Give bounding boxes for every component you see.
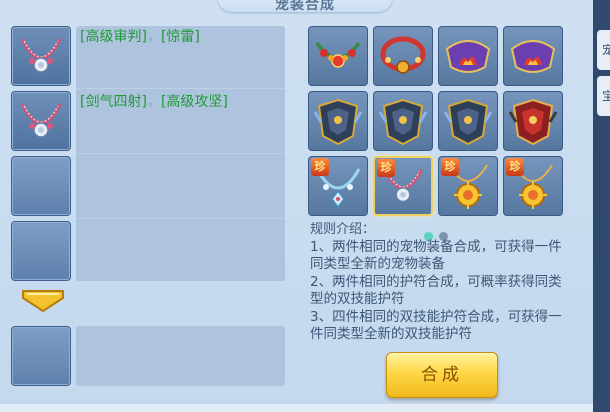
skill-name: [高级攻坚] (160, 94, 228, 110)
bag-item-12[interactable]: 珍 (503, 156, 563, 216)
pet-equip-slot-4[interactable] (11, 221, 71, 281)
bag-item-2[interactable] (373, 26, 433, 86)
result-slot[interactable] (11, 326, 71, 386)
side-tab-a-label: 宠 (602, 43, 610, 57)
pet-equip-slot-1[interactable] (11, 26, 71, 86)
skill-name: [剑气四射] (80, 94, 147, 110)
red-dragon-armor-icon (508, 98, 558, 146)
rare-badge: 珍 (311, 158, 329, 176)
dragon-armor-icon (443, 98, 493, 146)
combine-window: 宠装合成 [高级审判]，[惊雷] [剑气四射]，[高级攻坚] 珍 珍 珍 珍 规… (0, 0, 610, 412)
bag-item-3[interactable] (438, 26, 498, 86)
bag-item-7[interactable] (438, 91, 498, 151)
slot-2-skills: [剑气四射]，[高级攻坚] (80, 93, 228, 111)
slot-1-skills: [高级审判]，[惊雷] (80, 28, 200, 46)
flame-crown-collar-icon (510, 40, 556, 73)
dragon-armor-icon (313, 98, 363, 146)
divider (76, 88, 285, 89)
rule-line-3: 3、四件相同的双技能护符合成，可获得一件同类型全新的双技能护符 (310, 309, 562, 342)
bag-item-6[interactable] (373, 91, 433, 151)
skill-name: [惊雷] (160, 29, 200, 45)
title-tab: 宠装合成 (218, 0, 392, 12)
pet-equip-slot-2[interactable] (11, 91, 71, 151)
side-tab-b[interactable]: 宝 (597, 76, 610, 116)
rare-badge: 珍 (506, 158, 524, 176)
flame-crown-collar-icon (445, 40, 491, 73)
rules-title: 规则介绍： (310, 222, 376, 237)
bag-item-10[interactable]: 珍 (373, 156, 433, 216)
side-tab-a[interactable]: 宠 (597, 30, 610, 70)
separator: ， (146, 94, 161, 110)
divider (76, 218, 285, 219)
bottom-border (0, 404, 593, 412)
pink-necklace-icon (20, 103, 62, 138)
side-tab-b-label: 宝 (602, 89, 610, 103)
side-panel: 宠 宝 (593, 0, 610, 412)
rule-line-1: 1、两件相同的宠物装备合成，可获得一件同类型全新的宠物装备 (310, 239, 562, 272)
separator: ， (146, 29, 161, 45)
ruby-collar-icon (315, 41, 361, 68)
combine-button[interactable]: 合成 (386, 352, 498, 398)
bag-item-1[interactable] (308, 26, 368, 86)
pink-necklace-icon (20, 38, 62, 73)
bag-item-8[interactable] (503, 91, 563, 151)
divider (76, 153, 285, 154)
bag-item-4[interactable] (503, 26, 563, 86)
skill-name: [高级审判] (80, 29, 147, 45)
rare-badge: 珍 (441, 158, 459, 176)
bag-item-9[interactable]: 珍 (308, 156, 368, 216)
red-ring-collar-icon (380, 36, 426, 74)
rare-badge: 珍 (377, 159, 395, 177)
result-info-panel (76, 326, 285, 386)
window-title: 宠装合成 (275, 0, 335, 12)
rule-line-2: 2、两件相同的护符合成，可概率获得同类型的双技能护符 (310, 274, 562, 307)
bag-item-11[interactable]: 珍 (438, 156, 498, 216)
arrow-down-icon (22, 290, 64, 312)
pet-equip-slot-3[interactable] (11, 156, 71, 216)
bag-item-5[interactable] (308, 91, 368, 151)
dragon-armor-icon (378, 98, 428, 146)
